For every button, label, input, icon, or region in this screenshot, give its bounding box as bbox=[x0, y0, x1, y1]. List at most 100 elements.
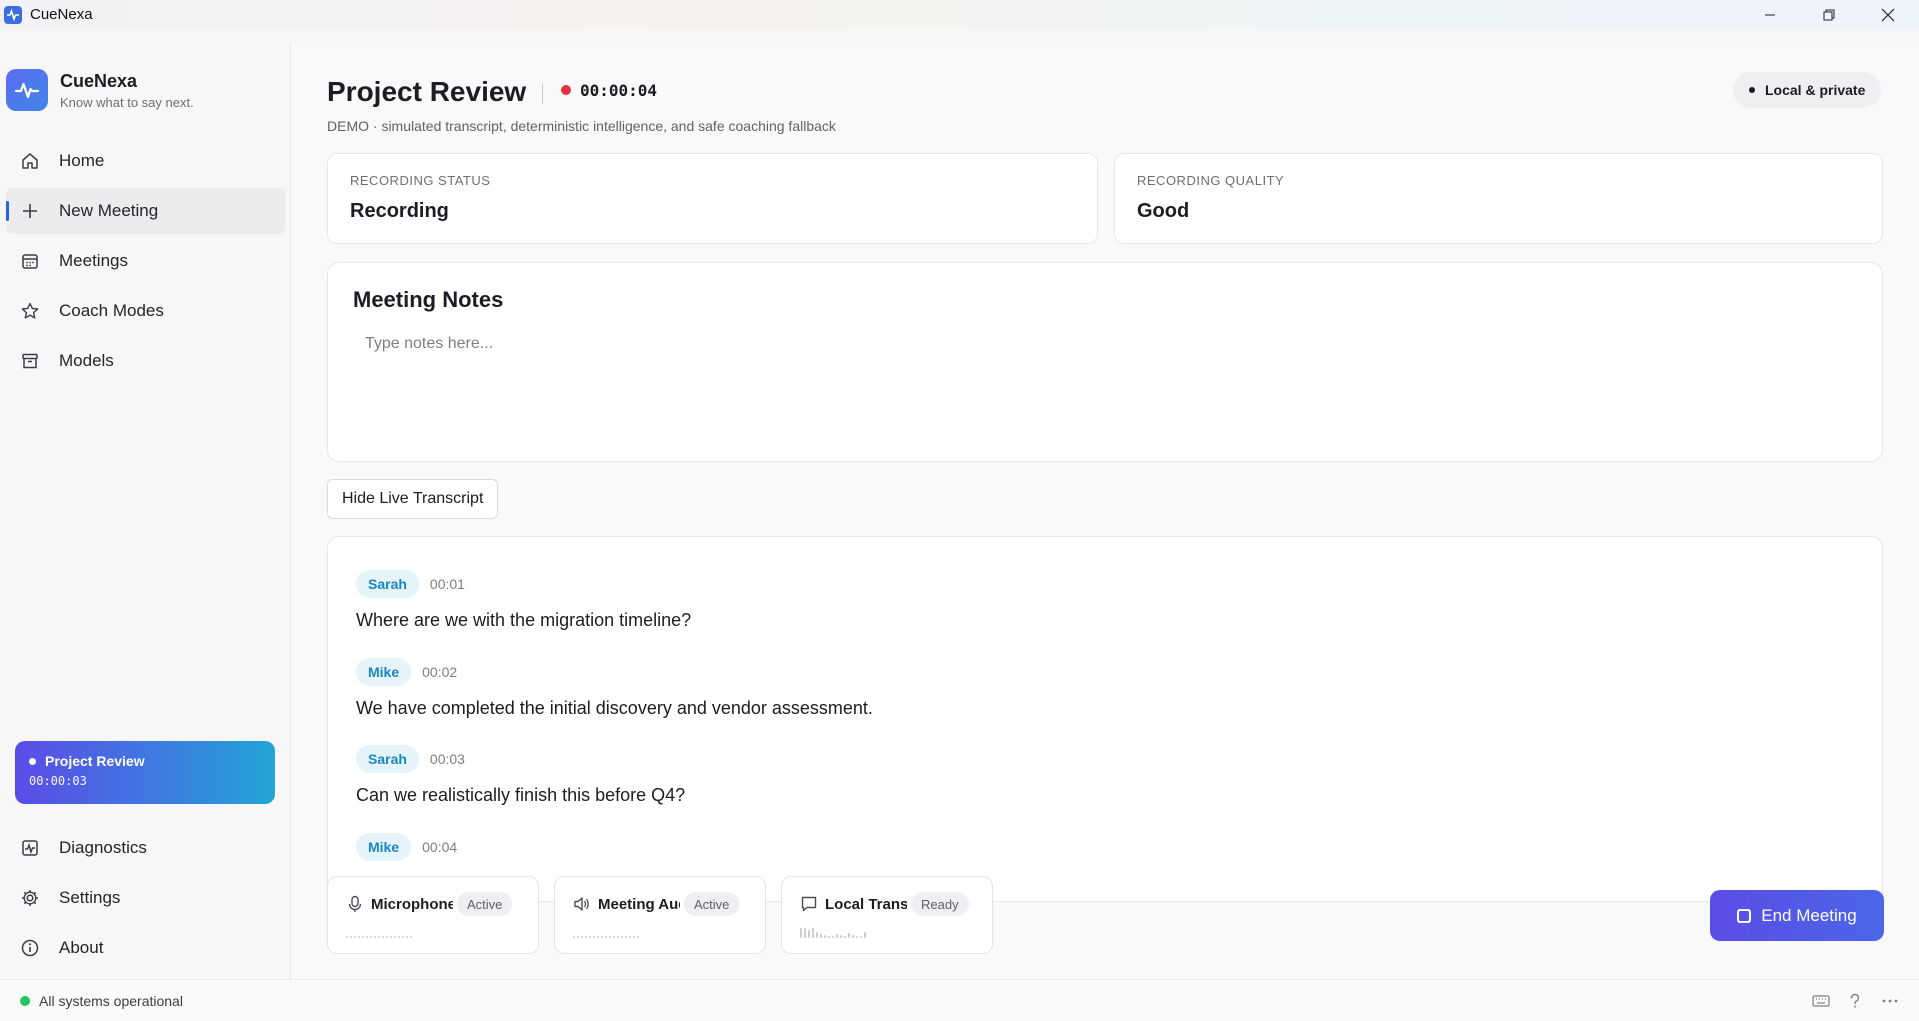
transcript-entry: Sarah 00:03 Can we realistically finish … bbox=[356, 745, 685, 806]
brand: CueNexa Know what to say next. bbox=[6, 69, 194, 111]
speaker-badge: Mike bbox=[356, 658, 412, 686]
entry-time: 00:04 bbox=[422, 839, 458, 855]
meeting-notes-card: Meeting Notes bbox=[327, 262, 1883, 462]
recording-quality-card: RECORDING QUALITY Good bbox=[1114, 153, 1883, 244]
active-session-card[interactable]: Project Review 00:00:03 bbox=[15, 741, 275, 804]
sidebar-item-label: Diagnostics bbox=[59, 838, 147, 857]
entry-time: 00:01 bbox=[429, 576, 465, 592]
local-transcription-status-card[interactable]: Local Transcription Ready bbox=[781, 876, 993, 954]
active-session-time: 00:00:03 bbox=[29, 774, 87, 788]
brand-name: CueNexa bbox=[60, 70, 138, 91]
page-title: Project Review bbox=[327, 76, 527, 107]
calendar-icon bbox=[18, 249, 42, 273]
activity-icon bbox=[18, 836, 42, 860]
privacy-badge: Local & private bbox=[1733, 72, 1882, 108]
end-meeting-button[interactable]: End Meeting bbox=[1710, 890, 1884, 941]
end-meeting-label: End Meeting bbox=[1761, 905, 1857, 925]
gear-icon bbox=[18, 886, 42, 910]
device-name: Microphone bbox=[371, 895, 453, 913]
speaker-badge: Sarah bbox=[356, 745, 419, 773]
transcript-entry: Mike 00:02 We have completed the initial… bbox=[356, 658, 873, 719]
recording-dot-icon bbox=[561, 85, 571, 95]
sidebar-item-models[interactable]: Models bbox=[6, 338, 285, 384]
more-options-icon[interactable] bbox=[1879, 990, 1901, 1012]
close-icon bbox=[1881, 8, 1895, 21]
close-button[interactable] bbox=[1859, 0, 1917, 29]
sidebar-item-meetings[interactable]: Meetings bbox=[6, 238, 285, 284]
entry-text: Can we realistically finish this before … bbox=[356, 785, 686, 805]
sidebar-item-label: About bbox=[59, 938, 104, 957]
window-title: CueNexa bbox=[30, 6, 93, 23]
stat-label: RECORDING QUALITY bbox=[1137, 173, 1285, 188]
main-content: Project Review 00:00:04 DEMO · simulated… bbox=[291, 44, 1919, 979]
status-badge: Ready bbox=[911, 892, 969, 916]
star-icon bbox=[18, 299, 42, 323]
notes-title: Meeting Notes bbox=[353, 287, 504, 312]
meeting-audio-status-card[interactable]: Meeting Audio Active bbox=[554, 876, 766, 954]
plus-icon bbox=[18, 199, 42, 223]
sidebar: CueNexa Know what to say next. Home New … bbox=[0, 29, 290, 979]
main-nav: Home New Meeting Meetings Coach Modes Mo… bbox=[6, 138, 285, 388]
status-ok-icon bbox=[20, 995, 30, 1006]
recording-status-card: RECORDING STATUS Recording bbox=[327, 153, 1098, 244]
status-text: All systems operational bbox=[39, 992, 183, 1009]
stat-value: Recording bbox=[350, 200, 449, 222]
entry-text: We have completed the initial discovery … bbox=[356, 698, 873, 718]
sidebar-item-label: Coach Modes bbox=[59, 301, 164, 320]
speaker-badge: Mike bbox=[356, 833, 412, 861]
sidebar-item-label: Meetings bbox=[59, 251, 128, 270]
entry-text: Where are we with the migration timeline… bbox=[356, 610, 692, 630]
entry-time: 00:02 bbox=[422, 664, 458, 680]
transcript-entry: Mike 00:04 bbox=[356, 833, 457, 873]
recording-timer: 00:00:04 bbox=[580, 81, 658, 100]
privacy-dot-icon bbox=[1749, 87, 1755, 93]
microphone-status-card[interactable]: Microphone Active bbox=[327, 876, 539, 954]
sidebar-item-label: New Meeting bbox=[59, 201, 159, 220]
device-name: Meeting Audio bbox=[598, 895, 680, 913]
sidebar-item-diagnostics[interactable]: Diagnostics bbox=[6, 825, 285, 871]
hide-transcript-button[interactable]: Hide Live Transcript bbox=[327, 479, 499, 519]
sidebar-item-about[interactable]: About bbox=[6, 925, 285, 971]
stop-icon bbox=[1737, 908, 1752, 923]
title-bar: CueNexa bbox=[0, 0, 1919, 29]
title-divider bbox=[542, 84, 543, 104]
speaker-icon bbox=[573, 895, 591, 913]
notes-input[interactable] bbox=[353, 325, 1853, 445]
microphone-icon bbox=[346, 895, 364, 913]
chat-icon bbox=[800, 895, 818, 913]
stat-label: RECORDING STATUS bbox=[350, 173, 491, 188]
restore-icon bbox=[1823, 9, 1835, 20]
status-badge: Active bbox=[457, 892, 513, 916]
stat-value: Good bbox=[1137, 200, 1190, 222]
sidebar-item-label: Home bbox=[59, 151, 105, 170]
sidebar-item-settings[interactable]: Settings bbox=[6, 875, 285, 921]
sidebar-item-new-meeting[interactable]: New Meeting bbox=[6, 188, 285, 234]
keyboard-icon[interactable] bbox=[1810, 990, 1832, 1012]
transcript-entry: Sarah 00:01 Where are we with the migrat… bbox=[356, 570, 691, 631]
privacy-label: Local & private bbox=[1765, 82, 1866, 98]
page-subtitle: DEMO · simulated transcript, determinist… bbox=[327, 118, 836, 134]
status-bar: All systems operational bbox=[0, 979, 1919, 1021]
app-logo-icon bbox=[4, 5, 22, 24]
home-icon bbox=[18, 149, 42, 173]
minimize-icon bbox=[1765, 14, 1775, 15]
restore-button[interactable] bbox=[1800, 0, 1858, 29]
entry-time: 00:03 bbox=[429, 751, 465, 767]
brand-tagline: Know what to say next. bbox=[60, 94, 194, 110]
minimize-button[interactable] bbox=[1741, 0, 1799, 29]
status-badge: Active bbox=[684, 892, 740, 916]
help-icon[interactable] bbox=[1844, 990, 1866, 1012]
live-transcript[interactable]: Sarah 00:01 Where are we with the migrat… bbox=[327, 536, 1883, 902]
active-session-title: Project Review bbox=[45, 753, 145, 769]
archive-icon bbox=[18, 349, 42, 373]
info-icon bbox=[18, 936, 42, 960]
audio-level-meter bbox=[346, 926, 520, 938]
speaker-badge: Sarah bbox=[356, 570, 419, 598]
live-dot-icon bbox=[29, 757, 36, 765]
sidebar-item-home[interactable]: Home bbox=[6, 138, 285, 184]
brand-logo-icon bbox=[6, 69, 48, 111]
sidebar-item-label: Models bbox=[59, 351, 114, 370]
sidebar-item-label: Settings bbox=[59, 888, 121, 907]
sidebar-item-coach-modes[interactable]: Coach Modes bbox=[6, 288, 285, 334]
secondary-nav: Diagnostics Settings About bbox=[6, 825, 285, 975]
